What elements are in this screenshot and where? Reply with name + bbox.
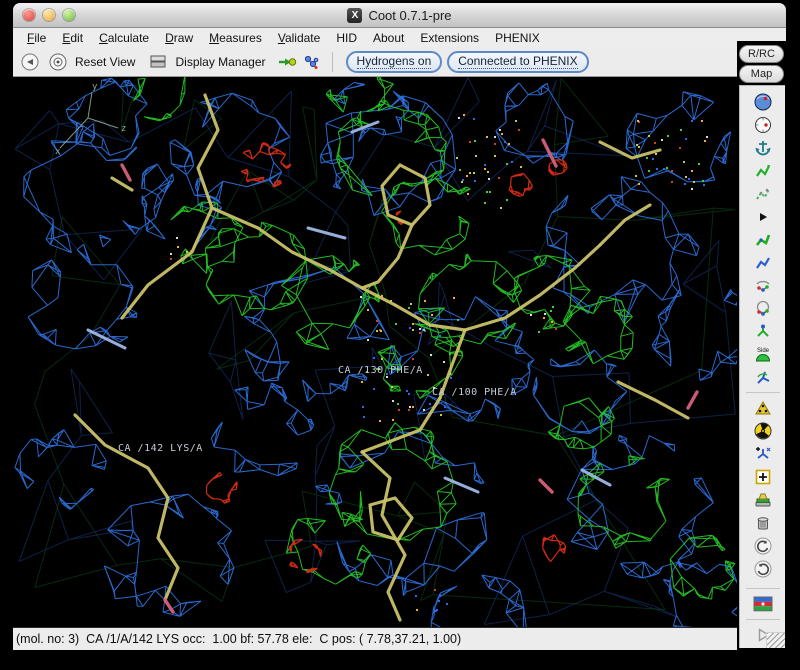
menu-phenix[interactable]: PHENIX: [487, 29, 548, 47]
menu-edit[interactable]: Edit: [54, 29, 91, 47]
redo-button[interactable]: [751, 557, 775, 580]
bold-green-zigzag-icon: [753, 230, 773, 250]
side-dome-icon: Side: [753, 345, 773, 365]
green-zigzag-arrows-icon: [753, 161, 773, 181]
add-residue-icon: [753, 444, 773, 464]
svg-text:x: x: [55, 147, 61, 157]
status-bar: (mol. no: 3) CA /1/A/142 LYS occ: 1.00 b…: [13, 627, 737, 650]
phenix-connection-button[interactable]: Connected to PHENIX: [447, 51, 588, 73]
density-mesh: x y z: [13, 77, 737, 627]
delete-item-button[interactable]: [751, 511, 775, 534]
ligand-builder-button[interactable]: [300, 51, 322, 73]
menu-file[interactable]: File: [19, 29, 54, 47]
fixed-atoms-button[interactable]: [751, 136, 775, 159]
rotamers-button[interactable]: [751, 205, 775, 228]
hydrogens-toggle-button[interactable]: Hydrogens on: [346, 51, 443, 73]
right-panel: R/RC Map: [737, 41, 786, 650]
yellow-triangle-icon: [753, 398, 773, 418]
paintbrush-icon: [753, 490, 773, 510]
x11-icon: X: [347, 8, 362, 23]
side-chain-180-flip-button[interactable]: Side: [751, 343, 775, 366]
radiation-icon: [753, 421, 773, 441]
tripod-flip-icon: [753, 368, 773, 388]
coot-window: X Coot 0.7.1-pre File Edit Calculate Dra…: [13, 3, 786, 650]
menu-extensions[interactable]: Extensions: [412, 29, 487, 47]
add-alt-conf-button[interactable]: [751, 396, 775, 419]
svg-text:y: y: [92, 82, 98, 92]
flip-peptide-button[interactable]: [751, 320, 775, 343]
flip-molecule-icon: [753, 322, 773, 342]
menu-about[interactable]: About: [365, 29, 412, 47]
real-space-refine-zone-button[interactable]: [751, 90, 775, 113]
edit-backbone-torsion-button[interactable]: [751, 251, 775, 274]
auto-fit-rotamer-button[interactable]: [751, 228, 775, 251]
menu-calculate[interactable]: Calculate: [91, 29, 157, 47]
target-circle-icon: [48, 52, 68, 72]
menu-validate[interactable]: Validate: [270, 29, 329, 47]
toolbar-separator: [332, 52, 333, 72]
menu-bar: File Edit Calculate Draw Measures Valida…: [13, 28, 786, 47]
regularize-zone-button[interactable]: [751, 113, 775, 136]
molecule-circle-icon: [753, 299, 773, 319]
green-arrow-dot-icon: [277, 52, 297, 72]
strip-separator: [746, 619, 780, 620]
resize-grip[interactable]: [766, 632, 785, 648]
recentre-view-button[interactable]: [47, 51, 69, 73]
play-triangle-icon: [753, 207, 773, 227]
blue-zigzag-icon: [753, 253, 773, 273]
window-title-area: X Coot 0.7.1-pre: [13, 3, 786, 28]
radiation-button[interactable]: [751, 419, 775, 442]
flag-icon: [752, 595, 774, 613]
rotate-translate-zone-button[interactable]: [751, 182, 775, 205]
status-text: (mol. no: 3) CA /1/A/142 LYS occ: 1.00 b…: [16, 632, 461, 646]
place-atom-at-pointer-button[interactable]: [751, 465, 775, 488]
title-bar[interactable]: X Coot 0.7.1-pre: [13, 3, 786, 28]
back-arrow-circle-icon: [20, 52, 40, 72]
strip-separator: [746, 588, 780, 589]
undo-arrow-icon: [753, 536, 773, 556]
reset-view-button[interactable]: Reset View: [75, 55, 135, 69]
window-title: Coot 0.7.1-pre: [368, 8, 451, 23]
mutate-residue-button[interactable]: [751, 488, 775, 511]
display-manager-icon: [148, 52, 168, 72]
modelling-toolbar: Side: [739, 85, 785, 648]
jed-flip-button[interactable]: [751, 366, 775, 389]
menu-draw[interactable]: Draw: [157, 29, 201, 47]
molecule-arc-icon: [753, 276, 773, 296]
menu-hid[interactable]: HID: [328, 29, 365, 47]
display-manager-button[interactable]: [147, 51, 169, 73]
molecule-icon: [301, 52, 321, 72]
strip-separator: [746, 392, 780, 393]
undo-view-button[interactable]: [19, 51, 41, 73]
anchor-icon: [753, 138, 773, 158]
edit-chi-angles-button[interactable]: [751, 274, 775, 297]
graphics-canvas[interactable]: xyz CA /142 LYS/ACA /130 PHE/ACA /100 PH…: [13, 77, 737, 627]
svg-text:z: z: [121, 124, 126, 134]
sphere-icon: [753, 92, 773, 112]
trash-icon: [753, 513, 773, 533]
circle-dot-icon: [753, 115, 773, 135]
add-terminal-residue-button[interactable]: [751, 442, 775, 465]
display-manager-label[interactable]: Display Manager: [175, 55, 265, 69]
menu-measures[interactable]: Measures: [201, 29, 270, 47]
main-toolbar: Reset View Display Manager: [13, 47, 737, 77]
rigid-body-fit-zone-button[interactable]: [751, 159, 775, 182]
dashed-zigzag-icon: [753, 184, 773, 204]
plus-box-icon: [753, 467, 773, 487]
rrc-tab-button[interactable]: R/RC: [739, 45, 784, 63]
redo-arrow-icon: [753, 559, 773, 579]
torsion-general-button[interactable]: [751, 297, 775, 320]
side-dome-label: Side: [756, 348, 769, 354]
map-tab-button[interactable]: Map: [739, 65, 784, 83]
go-to-atom-button[interactable]: [276, 51, 298, 73]
undo-button[interactable]: [751, 534, 775, 557]
run-refmac-button[interactable]: [751, 592, 775, 615]
